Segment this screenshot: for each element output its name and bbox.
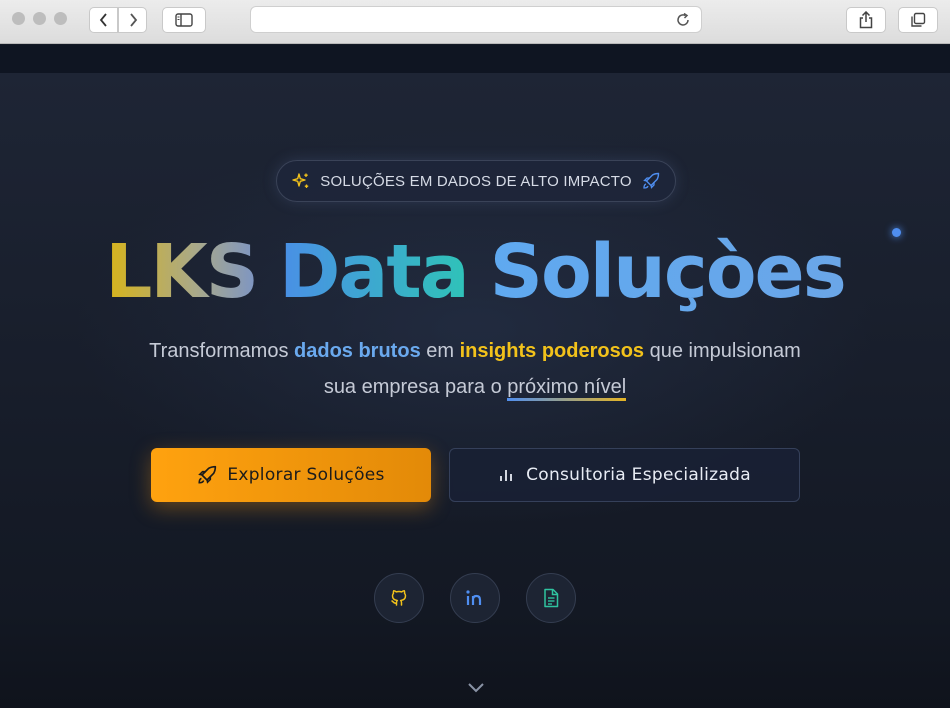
share-icon xyxy=(859,11,873,29)
forward-icon xyxy=(129,13,137,27)
document-link[interactable] xyxy=(526,573,576,623)
hero-badge: SOLUÇÕES EM DADOS DE ALTO IMPACTO xyxy=(276,160,676,202)
linkedin-link[interactable] xyxy=(450,573,500,623)
share-button[interactable] xyxy=(846,7,886,33)
sidebar-button[interactable] xyxy=(162,7,206,33)
title-word-1: LKS xyxy=(105,229,259,315)
sparkles-icon xyxy=(292,173,309,188)
subtitle-highlight-yellow: insights poderosos xyxy=(459,340,645,362)
back-button[interactable] xyxy=(89,7,118,33)
hero-subtitle-line-1: Transformamos dados brutos em insights p… xyxy=(0,340,950,363)
forward-button[interactable] xyxy=(118,7,147,33)
subtitle-text: em xyxy=(420,340,460,362)
explore-solutions-button[interactable]: Explorar Soluções xyxy=(151,448,431,502)
tabs-icon xyxy=(911,12,926,27)
subtitle-text: Transformamos xyxy=(149,340,295,362)
chevron-down-icon[interactable] xyxy=(465,680,487,696)
bar-chart-icon xyxy=(500,470,512,481)
reload-icon[interactable] xyxy=(675,12,691,28)
consulting-label: Consultoria Especializada xyxy=(526,465,751,485)
back-icon xyxy=(99,13,107,27)
document-icon xyxy=(544,588,559,608)
title-word-3: Soluçòes xyxy=(489,229,847,315)
badge-text: SOLUÇÕES EM DADOS DE ALTO IMPACTO xyxy=(320,172,632,190)
rocket-icon xyxy=(198,465,217,484)
decorative-dot xyxy=(892,228,901,237)
window-close-dot[interactable] xyxy=(12,12,25,25)
rocket-icon xyxy=(642,172,659,189)
window-minimize-dot[interactable] xyxy=(33,12,46,25)
navbar-strip xyxy=(0,45,950,73)
consulting-button[interactable]: Consultoria Especializada xyxy=(449,448,800,502)
address-bar[interactable] xyxy=(250,6,702,33)
explore-solutions-label: Explorar Soluções xyxy=(227,465,385,485)
title-word-2: Data xyxy=(279,229,470,315)
linkedin-icon xyxy=(466,590,482,605)
sidebar-icon xyxy=(175,13,193,27)
subtitle-text: sua empresa para o xyxy=(323,376,508,398)
subtitle-text: que impulsionam xyxy=(644,340,801,362)
hero-subtitle-line-2: sua empresa para o próximo nível xyxy=(0,376,950,401)
window-zoom-dot[interactable] xyxy=(54,12,67,25)
hero-title: LKS Data Soluçòes xyxy=(0,232,950,312)
subtitle-underlined: próximo nível xyxy=(507,376,627,401)
github-icon xyxy=(391,590,407,606)
github-link[interactable] xyxy=(374,573,424,623)
tabs-button[interactable] xyxy=(898,7,938,33)
subtitle-highlight-blue: dados brutos xyxy=(294,340,421,362)
browser-toolbar xyxy=(0,0,950,44)
